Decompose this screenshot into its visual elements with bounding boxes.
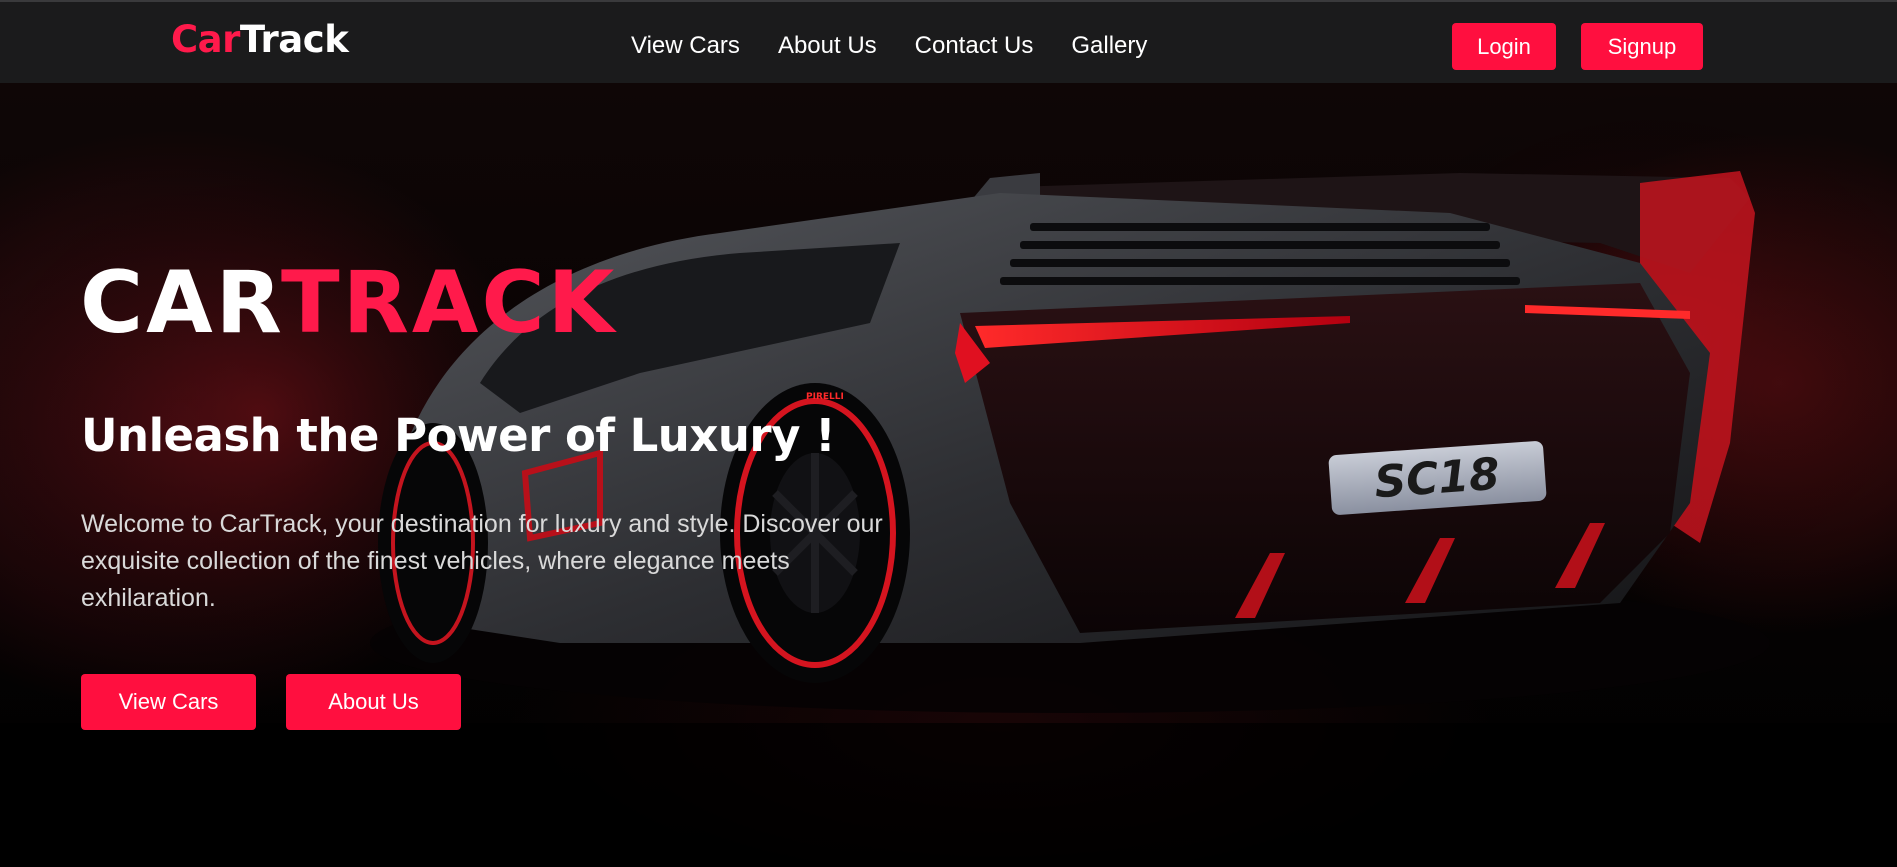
- hero-tagline: Unleash the Power of Luxury !: [81, 409, 836, 462]
- page: CarTrack View Cars About Us Contact Us G…: [0, 0, 1897, 867]
- hero-brand-title: CARTRACK: [80, 260, 617, 346]
- about-us-button[interactable]: About Us: [286, 674, 461, 730]
- sports-car-image: SC18 PIRELLI: [0, 83, 1897, 867]
- nav-link-contact-us[interactable]: Contact Us: [915, 32, 1034, 60]
- nav-link-view-cars[interactable]: View Cars: [631, 32, 740, 60]
- plate-text: SC18: [1373, 449, 1501, 509]
- signup-button[interactable]: Signup: [1581, 23, 1703, 70]
- nav-link-about-us[interactable]: About Us: [778, 32, 877, 60]
- logo[interactable]: CarTrack: [171, 18, 349, 61]
- logo-part-track: Track: [239, 18, 349, 61]
- logo-part-car: Car: [171, 18, 240, 61]
- hero-intro-text: Welcome to CarTrack, your destination fo…: [81, 510, 883, 612]
- tire-text: PIRELLI: [806, 392, 844, 402]
- navbar: CarTrack View Cars About Us Contact Us G…: [0, 0, 1897, 83]
- hero-brand-car: CAR: [80, 253, 282, 353]
- hero-section: SC18 PIRELLI CARTRACK Unleash the Power …: [0, 83, 1897, 867]
- hero-brand-track: TRACK: [281, 253, 618, 353]
- nav-links: View Cars About Us Contact Us Gallery: [631, 32, 1147, 60]
- view-cars-button[interactable]: View Cars: [81, 674, 256, 730]
- nav-link-gallery[interactable]: Gallery: [1071, 32, 1147, 60]
- login-button[interactable]: Login: [1452, 23, 1556, 70]
